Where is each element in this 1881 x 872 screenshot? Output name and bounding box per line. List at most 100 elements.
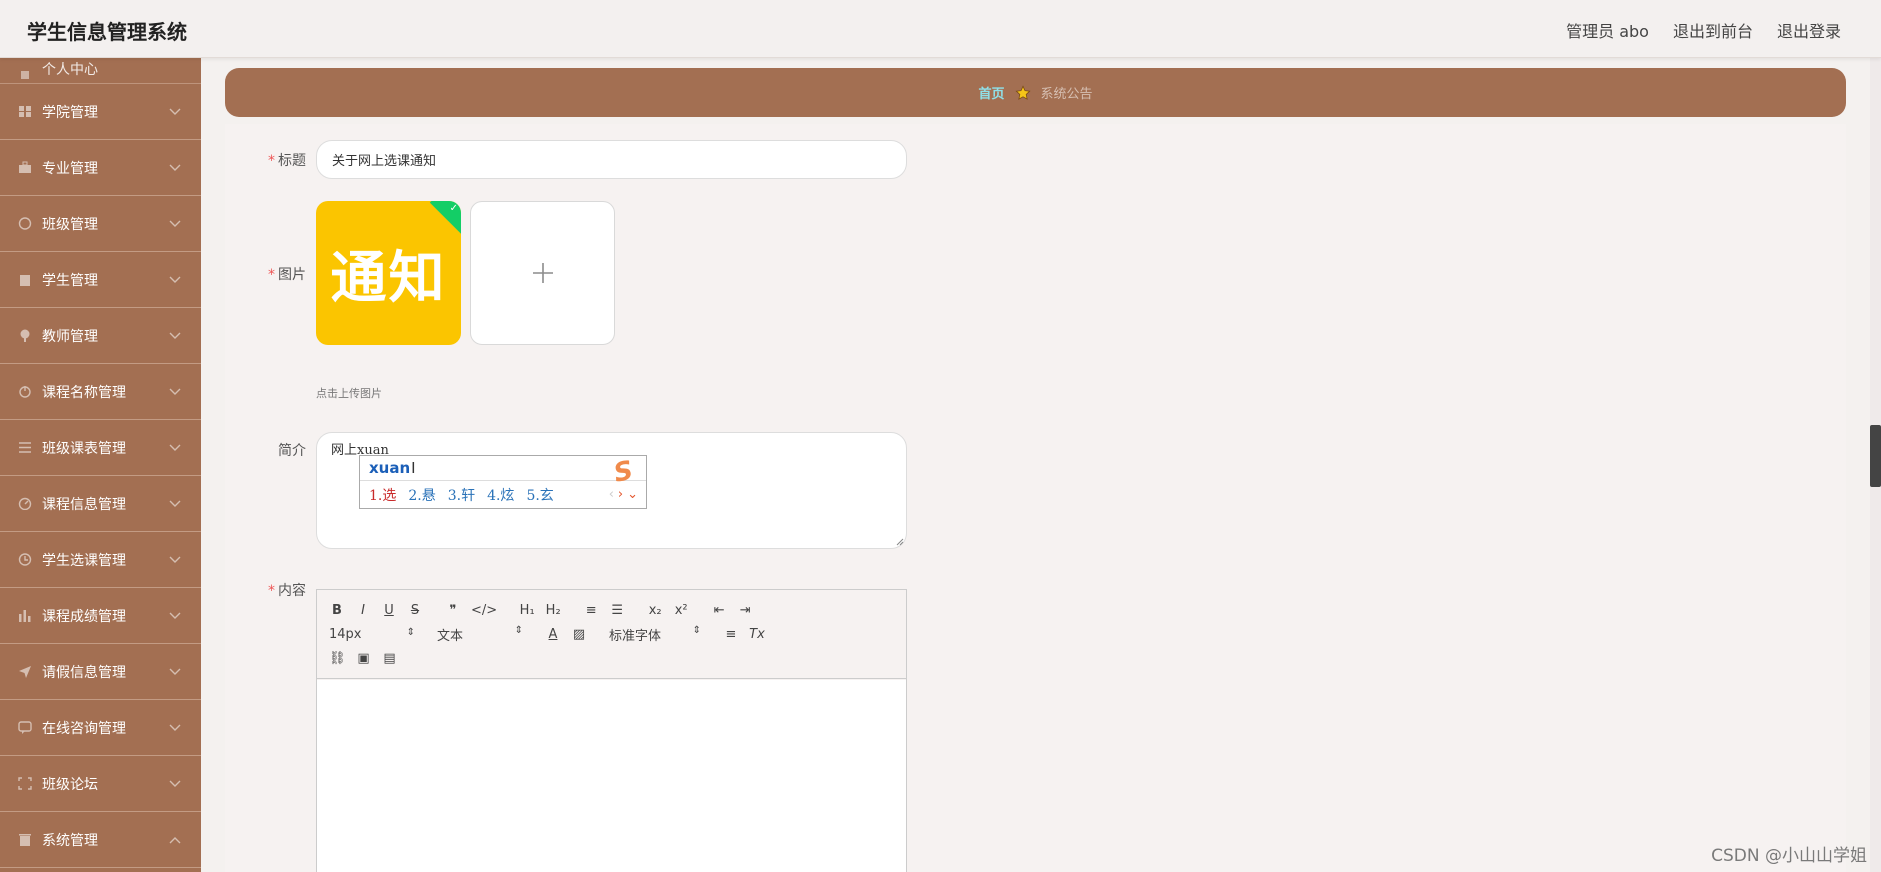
- exit-to-frontend-link[interactable]: 退出到前台: [1673, 18, 1753, 42]
- superscript-icon[interactable]: x²: [673, 603, 689, 618]
- sidebar-item-label: 课程信息管理: [42, 496, 126, 513]
- heading2-icon[interactable]: H₂: [545, 603, 561, 618]
- top-header: 学生信息管理系统 管理员 abo 退出到前台 退出登录: [0, 0, 1881, 58]
- ime-candidate[interactable]: 1.选: [369, 485, 396, 505]
- summary-label: 简介: [278, 443, 306, 459]
- subscript-icon[interactable]: x₂: [647, 603, 663, 618]
- editor-toolbar: B I U S ❞ </> H₁ H₂ ≡ ☰ x₂ x² ⇤ ⇥ 14px ⇕ 文本 ⇕ A ▨ 标准字体 ⇕…: [317, 590, 906, 679]
- clipboard-icon: [18, 273, 32, 286]
- chevron-down-icon: [169, 780, 181, 788]
- image-label: * 图片: [268, 267, 306, 283]
- breadcrumb-current: 系统公告: [1040, 87, 1093, 102]
- list-icon: [18, 441, 32, 454]
- italic-icon[interactable]: I: [355, 603, 371, 618]
- sidebar-item-label: 学院管理: [42, 104, 98, 121]
- editor-content-area[interactable]: [317, 680, 906, 872]
- ime-page-nav[interactable]: ‹ › ⌄: [609, 487, 638, 502]
- font-size-select[interactable]: 14px ⇕: [329, 627, 415, 642]
- title-input[interactable]: 关于网上选课通知: [316, 140, 907, 179]
- quote-icon[interactable]: ❞: [445, 603, 461, 618]
- sidebar-item-3[interactable]: 班级管理: [0, 196, 201, 252]
- uploaded-image-thumbnail[interactable]: 通知 ✓: [316, 201, 461, 345]
- expand-icon[interactable]: ⌄: [627, 487, 638, 502]
- background-color-icon[interactable]: ▨: [571, 627, 587, 642]
- align-icon[interactable]: ≡: [723, 627, 739, 642]
- sidebar-item-11[interactable]: 请假信息管理: [0, 644, 201, 700]
- heading1-icon[interactable]: H₁: [519, 603, 535, 618]
- sidebar-item-label: 课程成绩管理: [42, 608, 126, 625]
- ime-candidate-popup: xuan I 1.选 2.悬 3.轩 4.炫 5.玄 ‹ › ⌄ S: [359, 455, 647, 509]
- briefcase-icon: [18, 161, 32, 174]
- trash-icon: [18, 833, 32, 846]
- dashboard-icon: [18, 497, 32, 510]
- sidebar-item-label: 课程名称管理: [42, 384, 126, 401]
- logout-link[interactable]: 退出登录: [1777, 18, 1841, 42]
- sidebar: 个人中心 学院管理专业管理班级管理学生管理教师管理课程名称管理 班级课表管理 课程信…: [0, 58, 201, 872]
- chevron-down-icon: [169, 332, 181, 340]
- current-user: 管理员 abo: [1566, 22, 1649, 41]
- outdent-icon[interactable]: ⇤: [711, 603, 727, 618]
- resize-handle-icon[interactable]: [896, 538, 904, 546]
- next-page-icon[interactable]: ›: [618, 487, 623, 502]
- indent-icon[interactable]: ⇥: [737, 603, 753, 618]
- image-icon[interactable]: ▣: [356, 651, 372, 666]
- star-icon: [1014, 84, 1031, 100]
- prev-page-icon[interactable]: ‹: [609, 487, 614, 502]
- required-mark: *: [268, 153, 275, 169]
- bar-chart-icon: [18, 609, 32, 622]
- sidebar-item-label: 学生选课管理: [42, 552, 126, 569]
- sidebar-item-13[interactable]: 班级论坛: [0, 756, 201, 812]
- video-icon[interactable]: ▤: [382, 651, 398, 666]
- sidebar-item-6[interactable]: 课程名称管理: [0, 364, 201, 420]
- upload-tip: 点击上传图片: [316, 387, 382, 400]
- sidebar-item-label: 班级课表管理: [42, 440, 126, 457]
- sidebar-item-4[interactable]: 学生管理: [0, 252, 201, 308]
- ime-candidate[interactable]: 2.悬: [408, 485, 435, 505]
- chevron-down-icon: [169, 108, 181, 116]
- format-select[interactable]: 文本 ⇕: [437, 625, 523, 644]
- toolbar-row-3: ⛓ ▣ ▤: [329, 646, 894, 670]
- sidebar-item-1[interactable]: 学院管理: [0, 84, 201, 140]
- grid-icon: [18, 105, 32, 118]
- strikethrough-icon[interactable]: S: [407, 603, 423, 618]
- chevron-down-icon: [169, 444, 181, 452]
- text-color-icon[interactable]: A: [545, 627, 561, 642]
- ime-candidate[interactable]: 5.玄: [526, 485, 553, 505]
- sidebar-item-5[interactable]: 教师管理: [0, 308, 201, 364]
- sidebar-item-8[interactable]: 课程信息管理: [0, 476, 201, 532]
- power-icon: [18, 385, 32, 398]
- chevron-down-icon: [169, 500, 181, 508]
- underline-icon[interactable]: U: [381, 603, 397, 618]
- required-mark: *: [268, 583, 275, 599]
- link-icon[interactable]: ⛓: [329, 651, 346, 666]
- toolbar-row-2: 14px ⇕ 文本 ⇕ A ▨ 标准字体 ⇕ ≡ Tx: [329, 622, 894, 646]
- chat-icon: [18, 721, 32, 734]
- code-icon[interactable]: </>: [471, 603, 497, 618]
- send-icon: [18, 665, 32, 678]
- clear-format-icon[interactable]: Tx: [749, 627, 765, 642]
- sidebar-item-12[interactable]: 在线咨询管理: [0, 700, 201, 756]
- chevron-down-icon: [169, 556, 181, 564]
- basketball-icon: [18, 217, 32, 230]
- sidebar-item-2[interactable]: 专业管理: [0, 140, 201, 196]
- font-family-select[interactable]: 标准字体 ⇕: [609, 625, 701, 644]
- sidebar-item-14[interactable]: 系统管理: [0, 812, 201, 868]
- sidebar-item-9[interactable]: 学生选课管理: [0, 532, 201, 588]
- breadcrumb-home[interactable]: 首页: [978, 83, 1004, 102]
- upload-add-button[interactable]: [470, 201, 615, 345]
- sidebar-item-7[interactable]: 班级课表管理: [0, 420, 201, 476]
- chevron-down-icon: [169, 724, 181, 732]
- ime-candidate[interactable]: 4.炫: [487, 485, 514, 505]
- ime-candidate[interactable]: 3.轩: [448, 485, 475, 505]
- bold-icon[interactable]: B: [329, 603, 345, 618]
- sidebar-item-label: 系统管理: [42, 832, 98, 849]
- ordered-list-icon[interactable]: ≡: [583, 603, 599, 618]
- sidebar-item-label: 学生管理: [42, 272, 98, 289]
- scrollbar-thumb[interactable]: [1870, 425, 1881, 487]
- sidebar-item-profile[interactable]: 个人中心: [0, 58, 201, 84]
- sidebar-item-label: 班级管理: [42, 216, 98, 233]
- user-icon: [18, 66, 32, 79]
- bullet-list-icon[interactable]: ☰: [609, 603, 625, 618]
- text-cursor-icon: I: [411, 459, 416, 477]
- sidebar-item-10[interactable]: 课程成绩管理: [0, 588, 201, 644]
